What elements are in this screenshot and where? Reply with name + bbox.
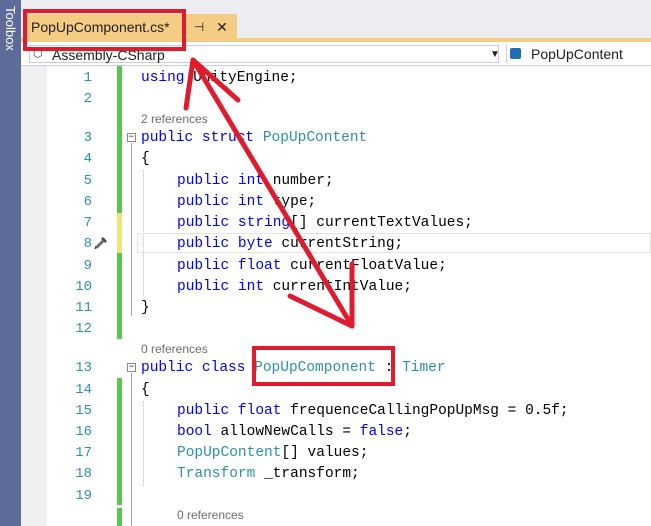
keyword-token: public: [177, 173, 230, 189]
toolbox-label[interactable]: Toolbox: [2, 6, 18, 76]
line-number: 5: [83, 173, 92, 189]
keyword-token: public: [177, 215, 230, 231]
line-number: 7: [83, 215, 92, 231]
keyword-token: using: [141, 70, 185, 86]
toolbox-panel[interactable]: Toolbox: [0, 0, 21, 526]
keyword-token: public: [177, 279, 230, 295]
close-icon[interactable]: ✕: [213, 18, 231, 36]
code-text: currentIntValue;: [264, 279, 412, 295]
line-number: 16: [75, 424, 92, 440]
code-line-1[interactable]: using UnityEngine;: [141, 68, 298, 88]
struct-icon: [510, 48, 521, 59]
change-indicator-unsaved: [117, 213, 122, 253]
keyword-token: public: [177, 258, 230, 274]
keyword-token: struct: [201, 130, 255, 146]
line-number: 15: [75, 403, 92, 419]
line-number: 10: [75, 279, 92, 295]
pin-icon[interactable]: ⊣: [191, 18, 207, 36]
code-line-18[interactable]: Transform _transform;: [177, 464, 360, 484]
code-line-15[interactable]: public float frequenceCallingPopUpMsg = …: [177, 401, 569, 421]
code-text: UnityEngine;: [184, 70, 298, 86]
annotation-box-tab: [23, 9, 186, 51]
keyword-token: string: [237, 215, 291, 231]
keyword-token: float: [237, 258, 282, 274]
glyph-margin[interactable]: [21, 66, 47, 526]
outline-guide: [131, 143, 132, 316]
keyword-token: class: [201, 360, 246, 376]
change-indicator-saved: [117, 508, 122, 526]
collapse-struct-button[interactable]: −: [127, 133, 136, 142]
code-line-4[interactable]: {: [141, 149, 150, 169]
line-number: 2: [83, 91, 92, 107]
code-line-5[interactable]: public int number;: [177, 171, 334, 191]
code-line-16[interactable]: bool allowNewCalls = false;: [177, 422, 412, 442]
line-number: 12: [75, 321, 92, 337]
code-line-14[interactable]: {: [141, 380, 150, 400]
screwdriver-icon[interactable]: [93, 235, 109, 251]
keyword-token: int: [237, 279, 265, 295]
line-number: 11: [75, 300, 92, 316]
code-line-11[interactable]: }: [141, 298, 150, 318]
code-text: ;: [403, 424, 412, 440]
code-text: [] currentTextValues;: [290, 215, 473, 231]
line-number: 14: [75, 382, 92, 398]
line-number: 6: [83, 194, 92, 210]
line-number: 9: [83, 258, 92, 274]
outline-guide: [131, 373, 132, 526]
collapse-class-button[interactable]: −: [127, 363, 136, 372]
keyword-token: public: [177, 403, 230, 419]
keyword-token: int: [237, 173, 265, 189]
codelens-references[interactable]: 0 references: [141, 342, 208, 356]
change-indicator-saved: [117, 253, 122, 339]
line-number: 8: [83, 236, 92, 252]
type-token: Timer: [402, 360, 446, 376]
code-text: currentFloatValue;: [281, 258, 447, 274]
code-text: [] values;: [281, 445, 369, 461]
type-token: Transform: [177, 466, 256, 482]
type-name: PopUpContent: [531, 46, 623, 62]
keyword-token: public: [141, 130, 194, 146]
code-line-17[interactable]: PopUpContent[] values;: [177, 443, 368, 463]
code-text: type;: [264, 194, 317, 210]
code-line-9[interactable]: public float currentFloatValue;: [177, 256, 447, 276]
code-line-10[interactable]: public int currentIntValue;: [177, 277, 412, 297]
code-text: frequenceCallingPopUpMsg = 0.5f;: [281, 403, 569, 419]
keyword-token: int: [237, 194, 265, 210]
type-token: PopUpContent: [262, 130, 368, 146]
code-line-8[interactable]: public byte currentString;: [177, 234, 403, 254]
line-number: 3: [83, 130, 92, 146]
keyword-token: byte: [237, 236, 273, 252]
code-text: _transform;: [255, 466, 360, 482]
keyword-token: public: [141, 360, 194, 376]
line-number: 13: [75, 360, 92, 376]
line-number: 19: [75, 488, 92, 504]
type-token: PopUpContent: [177, 445, 282, 461]
line-number: 17: [75, 445, 92, 461]
code-line-7[interactable]: public string[] currentTextValues;: [177, 213, 473, 233]
line-number: 1: [83, 70, 92, 86]
keyword-token: float: [237, 403, 282, 419]
codelens-references[interactable]: 2 references: [141, 112, 208, 126]
keyword-token: false: [359, 424, 404, 440]
codelens-references[interactable]: 0 references: [177, 508, 244, 522]
code-text: allowNewCalls =: [211, 424, 360, 440]
code-text: currentString;: [272, 236, 404, 252]
code-line-6[interactable]: public int type;: [177, 192, 316, 212]
code-text: number;: [264, 173, 334, 189]
code-line-3[interactable]: public struct PopUpContent: [141, 128, 367, 148]
change-indicator-saved: [117, 66, 122, 213]
line-number: 18: [75, 466, 92, 482]
indent-guide: [143, 401, 144, 485]
annotation-box-class: [252, 346, 395, 386]
change-indicator-saved: [117, 378, 122, 505]
line-number: 4: [83, 151, 92, 167]
keyword-token: public: [177, 194, 230, 210]
type-dropdown[interactable]: PopUpContent: [506, 45, 651, 63]
chevron-down-icon[interactable]: ▼: [490, 48, 502, 62]
keyword-token: public: [177, 236, 230, 252]
keyword-token: bool: [177, 424, 212, 440]
